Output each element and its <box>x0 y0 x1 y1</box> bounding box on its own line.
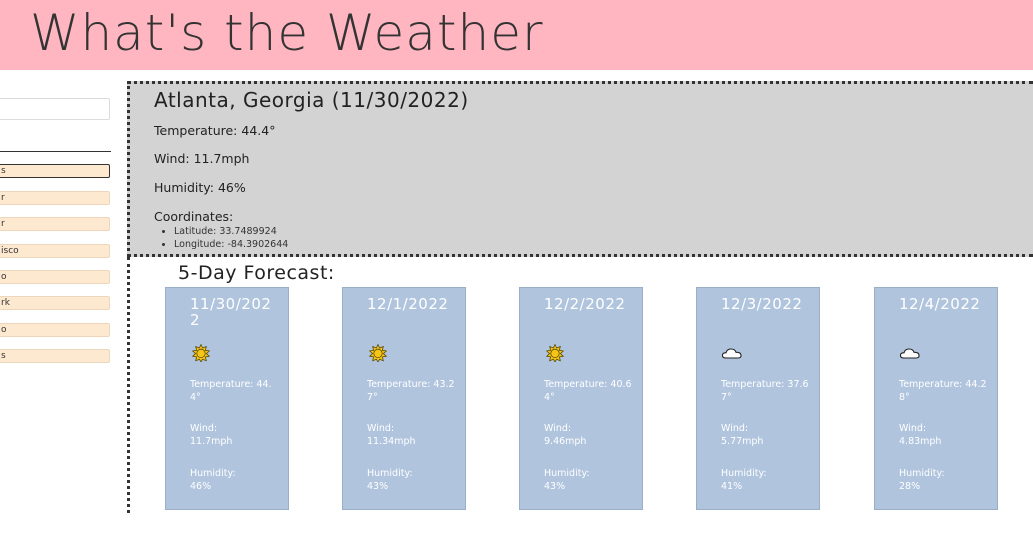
history-button[interactable]: o <box>0 270 110 284</box>
forecast-humidity: 28% <box>899 481 921 492</box>
forecast-title: 5-Day Forecast: <box>178 262 335 284</box>
forecast-humidity-label: Humidity: <box>190 468 236 479</box>
current-weather-panel: Atlanta, Georgia (11/30/2022) Temperatur… <box>127 81 1033 257</box>
longitude: Longitude: -84.3902644 <box>174 238 288 251</box>
page-header: What's the Weather <box>0 0 1033 70</box>
forecast-date: 12/2/2022 <box>544 295 626 313</box>
latitude: Latitude: 33.7489924 <box>174 225 288 238</box>
coordinates-label: Coordinates: <box>154 209 234 224</box>
forecast-card: 11/30/2022 Temperature: 44.4° Wind: 11.7… <box>165 287 289 510</box>
sun-icon <box>545 344 565 362</box>
coordinates-list: Latitude: 33.7489924 Longitude: -84.3902… <box>174 225 288 251</box>
history-button[interactable]: o <box>0 323 110 337</box>
sidebar-divider <box>0 151 111 152</box>
forecast-date: 12/4/2022 <box>899 295 981 313</box>
forecast-wind-label: Wind: <box>190 423 218 434</box>
forecast-wind: 4.83mph <box>899 436 942 447</box>
forecast-wind-label: Wind: <box>544 423 572 434</box>
forecast-card: 12/1/2022 Temperature: 43.27° Wind: 11.3… <box>342 287 466 510</box>
forecast-humidity-label: Humidity: <box>721 468 767 479</box>
forecast-wind-label: Wind: <box>899 423 927 434</box>
forecast-wind-label: Wind: <box>367 423 395 434</box>
cloud-icon <box>721 348 742 359</box>
current-humidity: Humidity: 46% <box>154 180 246 195</box>
forecast-temperature: Temperature: 43.27° <box>367 379 455 403</box>
forecast-section: 5-Day Forecast: 11/30/2022 Temperature: … <box>127 257 1033 513</box>
history-button[interactable]: isco <box>0 244 110 258</box>
forecast-wind-label: Wind: <box>721 423 749 434</box>
forecast-humidity: 43% <box>367 481 389 492</box>
forecast-date: 12/1/2022 <box>367 295 449 313</box>
city-title: Atlanta, Georgia (11/30/2022) <box>154 88 469 112</box>
history-button[interactable]: r <box>0 217 110 231</box>
forecast-date: 12/3/2022 <box>721 295 803 313</box>
forecast-humidity: 41% <box>721 481 743 492</box>
history-button[interactable]: r <box>0 191 110 205</box>
forecast-humidity: 46% <box>190 481 212 492</box>
forecast-temperature: Temperature: 44.28° <box>899 379 987 403</box>
forecast-card: 12/2/2022 Temperature: 40.64° Wind: 9.46… <box>519 287 643 510</box>
sidebar: s r r isco o rk o s <box>0 70 112 533</box>
forecast-humidity-label: Humidity: <box>367 468 413 479</box>
city-search-input[interactable] <box>0 98 110 120</box>
cloud-icon <box>899 348 920 359</box>
forecast-wind: 11.34mph <box>367 436 416 447</box>
current-wind: Wind: 11.7mph <box>154 151 250 166</box>
sun-icon <box>368 344 388 362</box>
forecast-wind: 11.7mph <box>190 436 233 447</box>
forecast-temperature: Temperature: 44.4° <box>190 379 272 403</box>
forecast-wind: 5.77mph <box>721 436 764 447</box>
forecast-humidity-label: Humidity: <box>544 468 590 479</box>
forecast-humidity-label: Humidity: <box>899 468 945 479</box>
sun-icon <box>191 344 211 362</box>
forecast-temperature: Temperature: 37.67° <box>721 379 809 403</box>
page-title: What's the Weather <box>30 4 544 62</box>
forecast-card: 12/4/2022 Temperature: 44.28° Wind: 4.83… <box>874 287 998 510</box>
history-button[interactable]: s <box>0 164 110 178</box>
forecast-card: 12/3/2022 Temperature: 37.67° Wind: 5.77… <box>696 287 820 510</box>
forecast-date: 11/30/2022 <box>190 295 272 329</box>
forecast-humidity: 43% <box>544 481 566 492</box>
history-button[interactable]: rk <box>0 296 110 310</box>
forecast-wind: 9.46mph <box>544 436 587 447</box>
forecast-temperature: Temperature: 40.64° <box>544 379 632 403</box>
history-button[interactable]: s <box>0 349 110 363</box>
current-temperature: Temperature: 44.4° <box>154 123 276 138</box>
